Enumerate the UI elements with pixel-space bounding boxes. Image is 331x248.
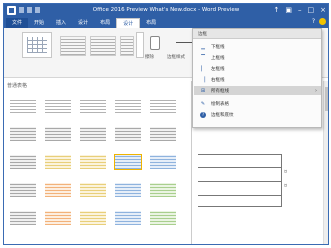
window-controls: ↑ ▣ – □ × xyxy=(274,5,327,16)
restore-icon[interactable]: ▣ xyxy=(285,5,292,16)
tab-insert[interactable]: 插入 xyxy=(50,18,72,28)
row-end-mark: ¤ xyxy=(284,169,288,175)
menu-item-label: 上框线 xyxy=(211,55,225,61)
vertical-scrollbar[interactable] xyxy=(323,81,328,244)
tab-table-design[interactable]: 设计 xyxy=(116,18,141,28)
table-row-line xyxy=(198,206,282,207)
word-window: Office 2016 Preview What's New.docx - Wo… xyxy=(3,3,329,245)
table-style-item[interactable] xyxy=(10,183,36,197)
table-style-item[interactable] xyxy=(80,211,106,225)
tab-home[interactable]: 开始 xyxy=(28,18,50,28)
menu-item-label: 所有框线 xyxy=(211,88,229,94)
table-col-line xyxy=(281,155,282,207)
title-bar: Office 2016 Preview What's New.docx - Wo… xyxy=(4,4,328,17)
top-border-icon: ▔ xyxy=(201,54,205,61)
ribbon-tool-label: 边框样式 xyxy=(167,55,185,60)
scrollbar-thumb[interactable] xyxy=(325,87,328,111)
shading-icon[interactable] xyxy=(150,36,160,50)
smiley-feedback-icon[interactable] xyxy=(319,18,326,25)
menu-item-label: 左框线 xyxy=(211,66,225,72)
table-style-item[interactable] xyxy=(10,211,36,225)
menu-item-left-border[interactable]: ▏ 左框线 xyxy=(194,64,321,73)
menu-item-label: 边框和底纹 xyxy=(211,112,234,118)
table-style-item[interactable] xyxy=(150,155,176,169)
ribbon-tool-label: 擦除 xyxy=(145,55,154,60)
table-grid-icon xyxy=(27,37,47,53)
table-style-thumb[interactable] xyxy=(120,36,134,56)
style-gallery-scroll[interactable] xyxy=(136,32,144,58)
table-style-item[interactable] xyxy=(150,127,176,141)
right-border-icon: ▕ xyxy=(201,76,205,83)
tab-design[interactable]: 设计 xyxy=(72,18,94,28)
table-style-item[interactable] xyxy=(45,127,71,141)
table-style-gallery: 普通表格 xyxy=(4,81,192,244)
table-style-item[interactable] xyxy=(150,99,176,113)
table-style-item[interactable] xyxy=(115,127,141,141)
menu-item-right-border[interactable]: ▕ 右框线 xyxy=(194,75,321,84)
close-button[interactable]: × xyxy=(320,5,326,16)
draw-table-icon: ✎ xyxy=(200,100,206,107)
chevron-right-icon: › xyxy=(315,87,317,94)
menu-header: 边框 xyxy=(193,29,321,39)
borders-dropdown-menu: 边框 ▁ 下框线 ▔ 上框线 ▏ 左框线 ▕ 右框线 ⊞ 所有框线 › ✎ 绘制… xyxy=(192,28,322,128)
left-border-icon: ▏ xyxy=(201,65,205,72)
table-style-item[interactable] xyxy=(45,99,71,113)
menu-item-label: 下框线 xyxy=(211,44,225,50)
menu-item-borders-shading[interactable]: ? 边框和底纹 xyxy=(194,110,321,119)
all-borders-icon: ⊞ xyxy=(200,87,206,94)
table-style-item[interactable] xyxy=(114,154,142,170)
menu-item-all-borders[interactable]: ⊞ 所有框线 › xyxy=(194,86,321,95)
table-style-item[interactable] xyxy=(80,99,106,113)
maximize-button[interactable]: □ xyxy=(308,5,315,16)
menu-item-top-border[interactable]: ▔ 上框线 xyxy=(194,53,321,62)
gallery-section-label: 普通表格 xyxy=(7,83,28,89)
menu-header-label: 边框 xyxy=(198,32,207,37)
table-style-item[interactable] xyxy=(80,183,106,197)
tab-right-icons: ? xyxy=(312,18,326,25)
table-style-item[interactable] xyxy=(10,155,36,169)
table-style-item[interactable] xyxy=(10,127,36,141)
menu-item-bottom-border[interactable]: ▁ 下框线 xyxy=(194,42,321,51)
table-style-item[interactable] xyxy=(115,183,141,197)
table-style-item[interactable] xyxy=(115,99,141,113)
table-row-line xyxy=(198,195,282,196)
table-style-thumb[interactable] xyxy=(60,36,86,56)
table-style-item[interactable] xyxy=(45,155,71,169)
help-circle-icon: ? xyxy=(200,111,206,118)
bottom-border-icon: ▁ xyxy=(201,43,205,50)
menu-item-label: 绘制表格 xyxy=(211,101,229,107)
borders-shading-icon: ? xyxy=(199,111,207,119)
table-style-item[interactable] xyxy=(150,183,176,197)
tab-layout[interactable]: 布局 xyxy=(94,18,116,28)
ribbon-tabs: 文件 开始 插入 设计 布局 设计 布局 ? xyxy=(4,17,328,28)
table-style-item[interactable] xyxy=(150,211,176,225)
menu-item-label: 右框线 xyxy=(211,77,225,83)
table-style-item[interactable] xyxy=(45,211,71,225)
help-icon[interactable]: ? xyxy=(312,18,315,25)
menu-item-draw-table[interactable]: ✎ 绘制表格 xyxy=(194,99,321,108)
row-end-mark: ¤ xyxy=(284,183,288,189)
ribbon-display-icon[interactable]: ↑ xyxy=(274,5,280,16)
table-style-options-button[interactable] xyxy=(22,32,52,58)
minimize-button[interactable]: – xyxy=(298,5,302,16)
tab-table-layout[interactable]: 布局 xyxy=(140,18,162,28)
table-style-item[interactable] xyxy=(45,183,71,197)
table-style-item[interactable] xyxy=(115,211,141,225)
table-style-thumb[interactable] xyxy=(90,36,116,56)
table-row-line xyxy=(198,167,282,168)
table-style-item[interactable] xyxy=(10,99,36,113)
tab-file[interactable]: 文件 xyxy=(6,18,29,28)
table-style-item[interactable] xyxy=(80,127,106,141)
table-style-item[interactable] xyxy=(80,155,106,169)
document-table[interactable] xyxy=(198,154,282,207)
table-row-line xyxy=(198,181,282,182)
